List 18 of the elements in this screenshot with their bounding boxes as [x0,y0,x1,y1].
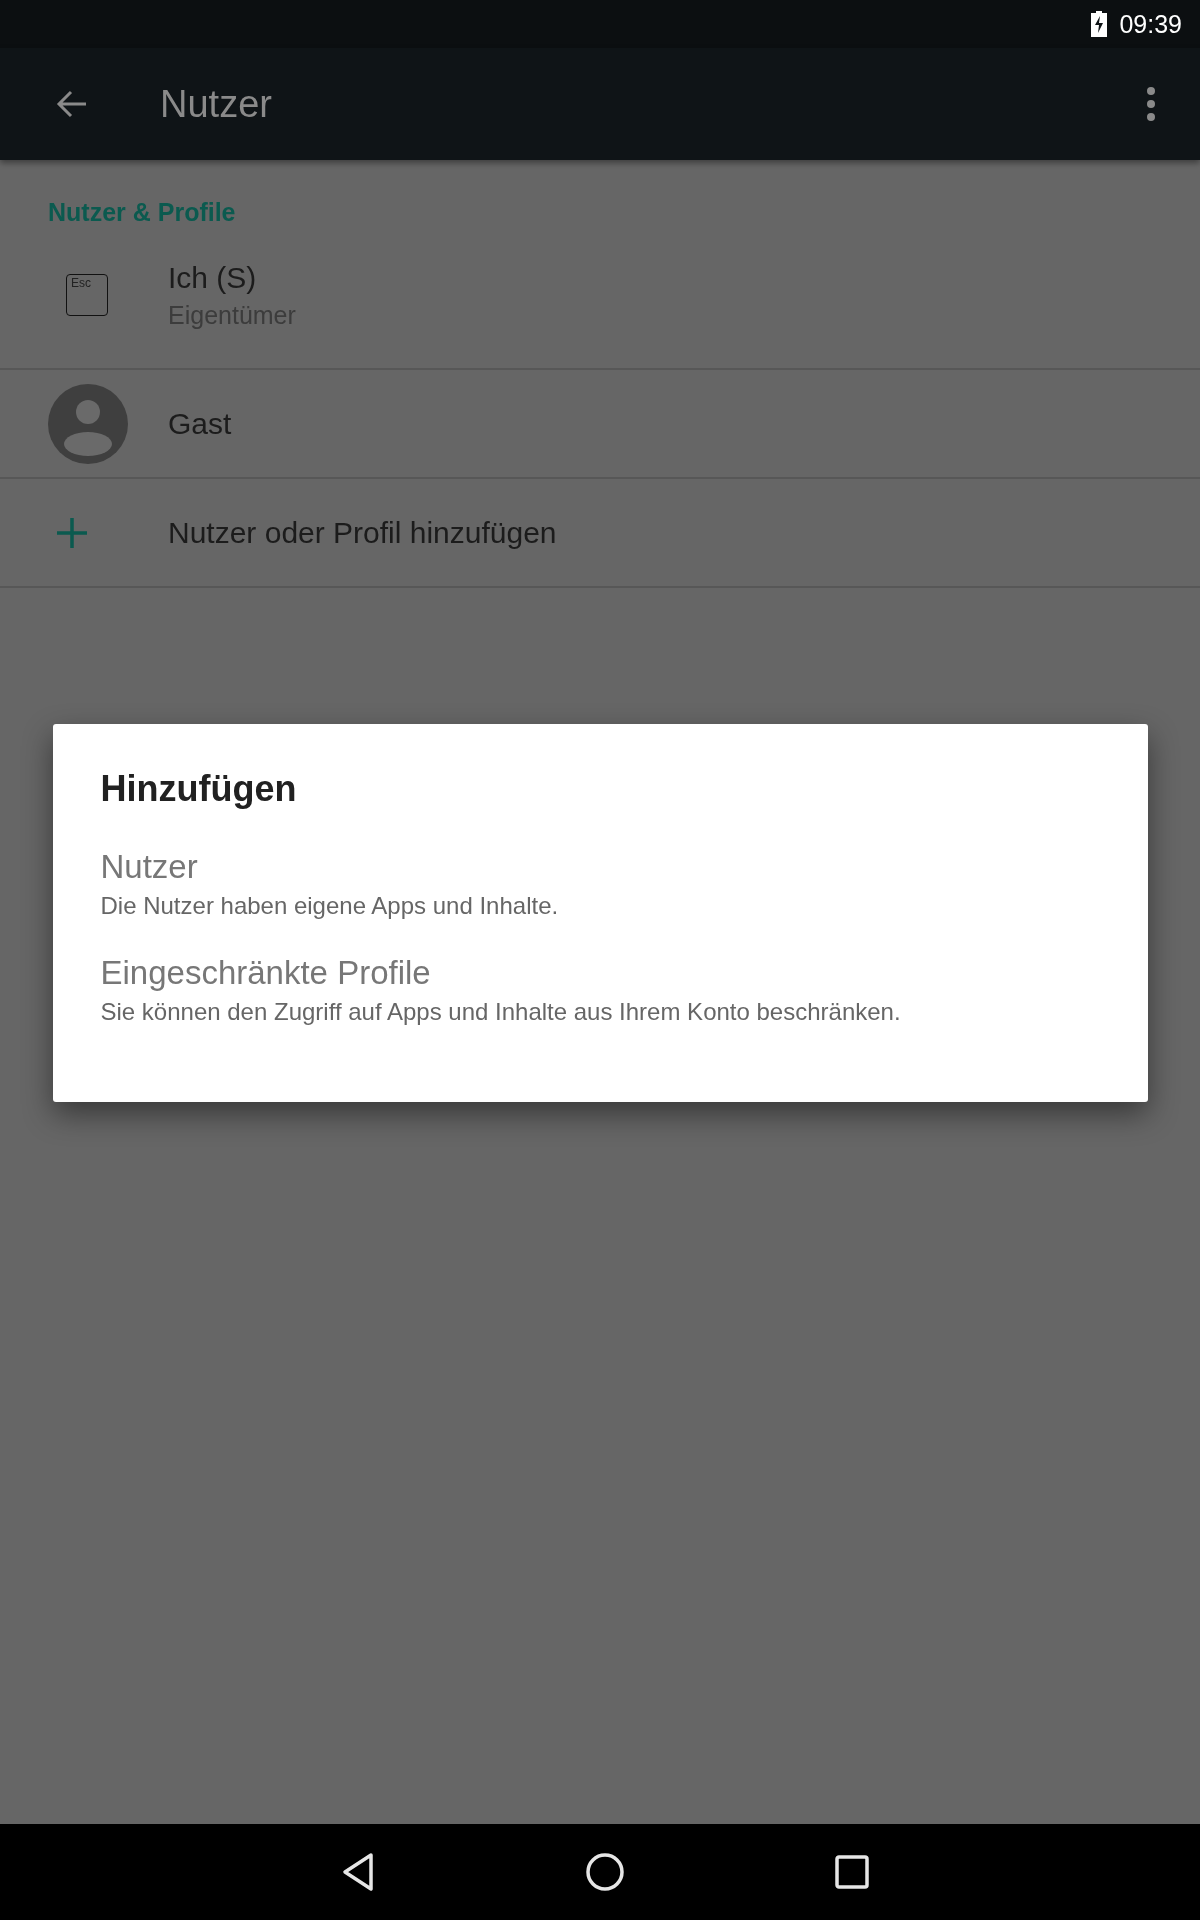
status-time: 09:39 [1119,9,1182,39]
recents-nav-icon[interactable] [835,1855,869,1889]
row-title[interactable]: Nutzer oder Profil hinzufügen [168,515,557,550]
battery-charging-icon [1091,11,1108,37]
row-title[interactable]: Ich (S) [168,260,296,295]
row-title[interactable]: Gast [168,406,232,441]
back-arrow-icon[interactable] [56,88,88,120]
key-label: Esc [71,277,91,289]
more-menu-icon[interactable] [1146,87,1156,121]
home-nav-icon[interactable] [585,1852,625,1892]
plus-icon [57,517,87,548]
section-header: Nutzer & Profile [47,197,237,228]
toolbar-title: Nutzer [160,82,273,126]
user-avatar-icon [48,383,128,464]
option-description: Die Nutzer haben eigene Apps und Inhalte. [100,892,560,920]
back-nav-icon[interactable] [341,1852,375,1892]
option-description: Sie können den Zugriff auf Apps und Inhalte aus Ihrem Konto beschränken. [100,998,902,1026]
dialog-title: Hinzufügen [100,768,298,810]
